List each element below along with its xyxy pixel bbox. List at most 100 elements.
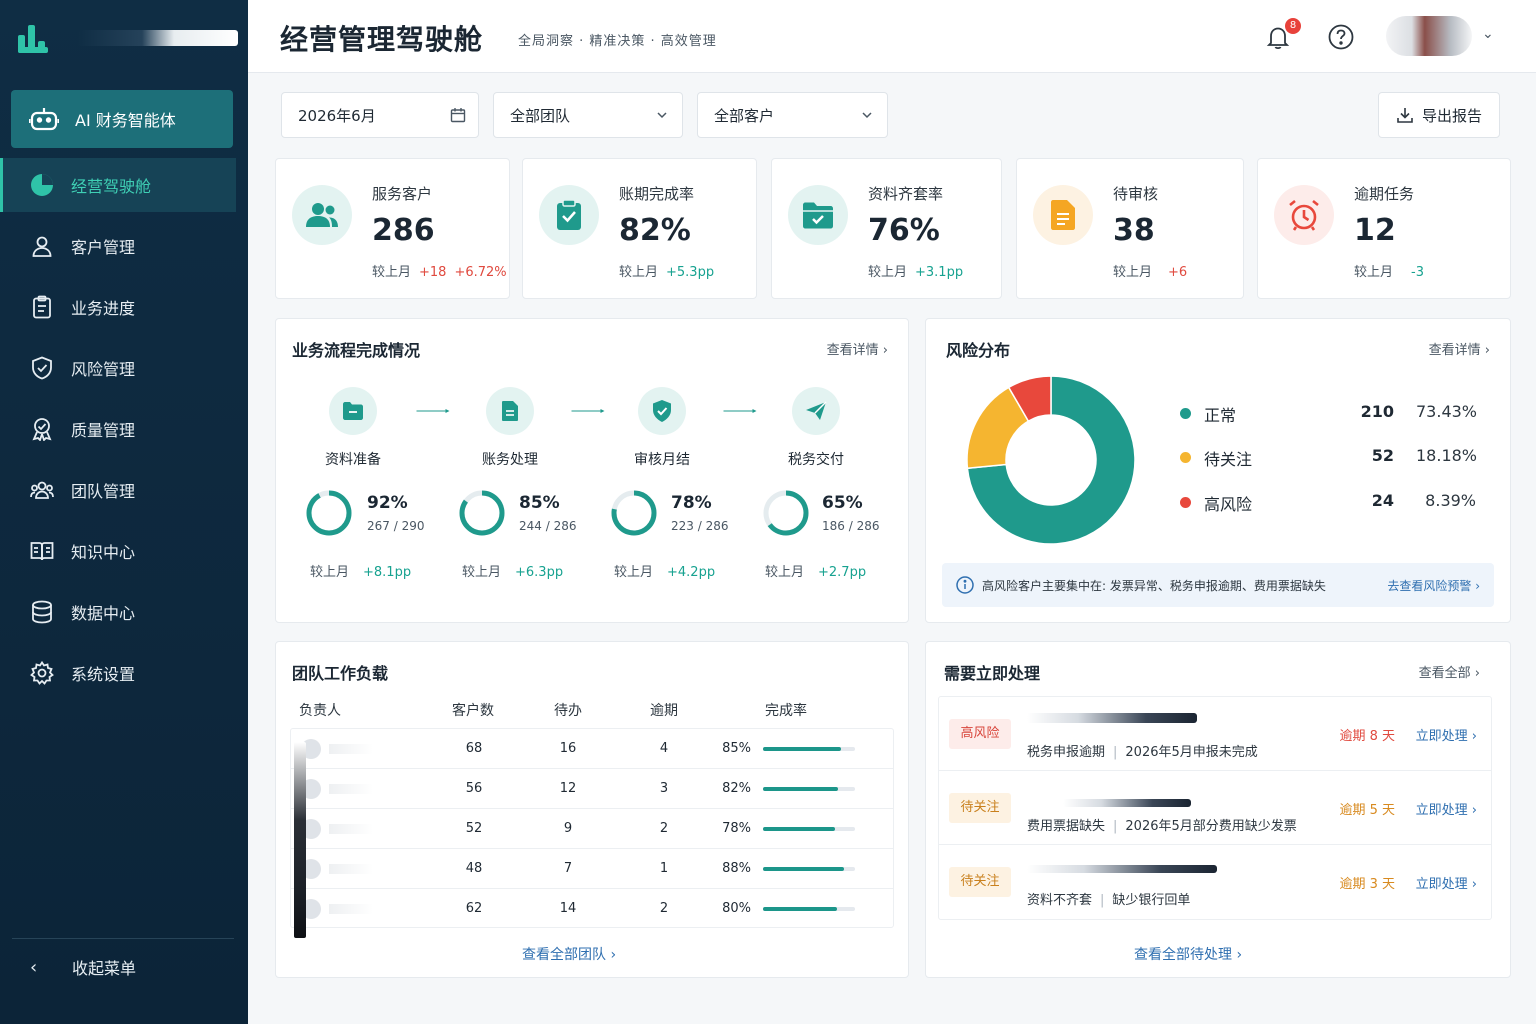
view-details-link[interactable]: 查看详情 › (827, 339, 888, 358)
kpi-card-docs-completeness[interactable]: 资料齐套率 76% 较上月 +3.1pp (771, 158, 1002, 299)
handle-now-link[interactable]: 立即处理 › (1416, 799, 1477, 818)
sidebar-item-label: 客户管理 (71, 238, 136, 257)
compare-label: 较上月 (1113, 265, 1153, 280)
legend-name: 待关注 (1204, 450, 1253, 469)
risk-panel: 风险分布 查看详情 › 正常 210 73.43% 待关注 52 18.18% … (925, 318, 1511, 623)
kpi-value: 38 (1113, 213, 1155, 248)
sidebar-item-knowledge[interactable]: 知识中心 (0, 524, 248, 578)
sidebar-item-dashboard[interactable]: 经营驾驶舱 (0, 158, 236, 212)
risk-warning-link[interactable]: 去查看风险预警 › (1387, 577, 1480, 594)
kpi-value: 76% (868, 213, 940, 248)
handle-now-link[interactable]: 立即处理 › (1416, 725, 1477, 744)
clipboard-check-icon (557, 199, 581, 230)
compare-label: 较上月 (619, 265, 659, 280)
help-icon[interactable] (1328, 24, 1354, 50)
table-row[interactable]: 62 14 2 80% (291, 889, 893, 929)
sidebar-item-customers[interactable]: 客户管理 (0, 219, 248, 273)
sidebar-item-label: 知识中心 (71, 543, 136, 562)
kpi-card-period-completion[interactable]: 账期完成率 82% 较上月 +5.3pp (522, 158, 757, 299)
step-label: 税务交付 (788, 452, 844, 468)
process-step: 审核月结 (612, 387, 712, 469)
delta-value: +8.1pp (363, 565, 412, 580)
team-select-value: 全部团队 (510, 106, 571, 125)
cell-clients: 48 (465, 861, 483, 876)
shield-icon (32, 356, 52, 380)
sidebar-item-settings[interactable]: 系统设置 (0, 646, 248, 700)
client-name-redacted (1027, 865, 1217, 873)
sidebar-item-progress[interactable]: 业务进度 (0, 280, 248, 334)
sidebar-item-label: 团队管理 (71, 482, 136, 501)
kpi-card-clients[interactable]: 服务客户 286 较上月 +18 +6.72% (275, 158, 510, 299)
chevron-down-icon (862, 112, 872, 119)
customer-select[interactable]: 全部客户 (697, 92, 888, 138)
book-icon (30, 542, 54, 561)
kpi-card-overdue[interactable]: 逾期任务 12 较上月 -3 (1257, 158, 1511, 299)
divider (12, 938, 234, 939)
list-item[interactable]: 待关注 费用票据缺失 | 2026年5月部分费用缺少发票 逾期 5 天 立即处理 › (939, 771, 1491, 845)
sidebar-item-quality[interactable]: 质量管理 (0, 402, 248, 456)
progress-ring (763, 490, 809, 536)
overdue-days: 逾期 3 天 (1339, 877, 1395, 892)
info-icon (956, 576, 974, 594)
kpi-label: 服务客户 (372, 185, 433, 203)
view-all-pending-link[interactable]: 查看全部待处理 › (1134, 944, 1242, 964)
cell-clients: 62 (465, 901, 483, 916)
column-header: 客户数 (452, 703, 494, 719)
compare-label: 较上月 (310, 565, 350, 580)
chevron-down-icon[interactable]: ⌄ (1482, 26, 1494, 42)
sidebar-item-data[interactable]: 数据中心 (0, 585, 248, 639)
table-row[interactable]: 48 7 1 88% (291, 849, 893, 889)
rate-bar-fill (763, 867, 844, 871)
link-label: 查看全部待处理 (1134, 947, 1232, 963)
table-row[interactable]: 68 16 4 85% (291, 729, 893, 769)
team-panel: 团队工作负载 负责人 客户数 待办 逾期 完成率 68 16 4 85% 56 … (275, 641, 909, 978)
pie-chart-icon (31, 174, 53, 196)
brand[interactable] (18, 22, 238, 54)
risk-donut-chart (966, 375, 1136, 545)
step-compare: 较上月 +8.1pp (310, 561, 411, 580)
legend-row-normal: 正常 210 73.43% (1180, 401, 1480, 425)
cell-clients: 56 (465, 781, 483, 796)
step-compare: 较上月 +2.7pp (765, 561, 866, 580)
table-row[interactable]: 56 12 3 82% (291, 769, 893, 809)
ai-button-label: AI 财务智能体 (75, 111, 176, 130)
rate-bar-fill (763, 747, 842, 751)
chevron-left-icon: ‹ (30, 956, 38, 978)
list-item[interactable]: 待关注 资料不齐套 | 缺少银行回单 逾期 3 天 立即处理 › (939, 845, 1491, 919)
sidebar-item-team[interactable]: 团队管理 (0, 463, 248, 517)
kpi-icon-bg (1274, 185, 1334, 245)
page-subtitle: 全局洞察 · 精准决策 · 高效管理 (518, 34, 717, 49)
step-compare: 较上月 +6.3pp (462, 561, 563, 580)
team-select[interactable]: 全部团队 (493, 92, 683, 138)
item-description: 费用票据缺失 | 2026年5月部分费用缺少发票 (1027, 819, 1297, 834)
link-label: 立即处理 (1415, 877, 1468, 892)
kpi-card-pending-review[interactable]: 待审核 38 较上月 +6 (1016, 158, 1244, 299)
ai-assistant-button[interactable]: AI 财务智能体 (11, 90, 233, 148)
date-picker[interactable]: 2026年6月 (281, 92, 479, 138)
table-row[interactable]: 52 9 2 78% (291, 809, 893, 849)
cell-rate: 82% (722, 781, 751, 796)
process-panel: 业务流程完成情况 查看详情 › 资料准备 账务处理 审核月结 税务交付 92% … (275, 318, 909, 623)
kpi-compare: 较上月 +5.3pp (619, 261, 714, 280)
collapse-menu-button[interactable]: ‹ 收起菜单 (30, 955, 136, 979)
shield-check-icon (638, 387, 686, 435)
sidebar-item-label: 业务进度 (71, 299, 136, 318)
view-details-link[interactable]: 查看详情 › (1429, 339, 1490, 358)
sidebar-item-risk[interactable]: 风险管理 (0, 341, 248, 395)
handle-now-link[interactable]: 立即处理 › (1416, 873, 1477, 892)
delta-value: +2.7pp (818, 565, 867, 580)
step-label: 审核月结 (634, 452, 690, 468)
export-report-button[interactable]: 导出报告 (1378, 92, 1500, 138)
cell-todo: 9 (563, 821, 573, 836)
step-percent: 78% (671, 493, 712, 513)
list-item[interactable]: 高风险 税务申报逾期 | 2026年5月申报未完成 逾期 8 天 立即处理 › (939, 697, 1491, 771)
kpi-compare: 较上月 +6 (1113, 261, 1187, 280)
view-all-team-link[interactable]: 查看全部团队 › (522, 944, 616, 964)
paper-plane-icon (792, 387, 840, 435)
view-all-link[interactable]: 查看全部 › (1419, 662, 1480, 681)
user-avatar[interactable] (1386, 16, 1472, 56)
delta-value: +4.2pp (667, 565, 716, 580)
link-label: 查看详情 (826, 343, 879, 358)
redaction-strip (294, 742, 306, 938)
member-name-redacted (301, 779, 381, 799)
